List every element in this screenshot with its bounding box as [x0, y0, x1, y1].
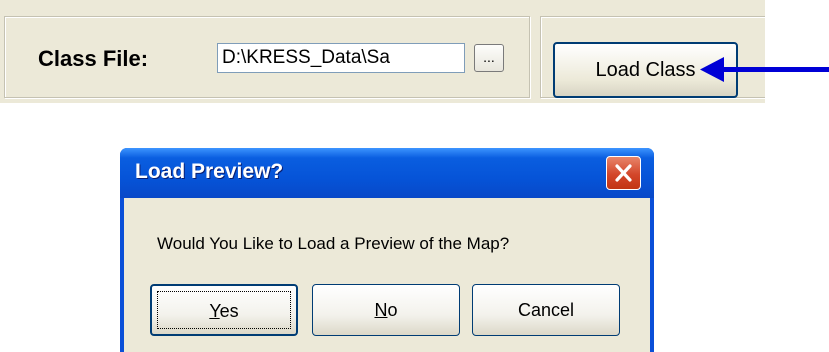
- load-preview-dialog: Load Preview? Would You Like to Load a P…: [120, 148, 654, 352]
- pointer-arrow-icon: [700, 57, 829, 82]
- browse-button[interactable]: ...: [474, 44, 504, 72]
- dialog-message: Would You Like to Load a Preview of the …: [157, 234, 510, 253]
- no-button[interactable]: No: [312, 284, 460, 336]
- focus-rectangle: [157, 291, 291, 329]
- dialog-close-button[interactable]: [606, 156, 641, 190]
- close-icon: [615, 164, 632, 182]
- dialog-title: Load Preview?: [135, 160, 284, 183]
- no-label: o: [387, 300, 398, 320]
- class-file-input[interactable]: D:\KRESS_Data\Sa: [217, 43, 465, 73]
- no-mnemonic: N: [374, 300, 388, 320]
- yes-button[interactable]: Yes: [150, 284, 298, 336]
- dialog-titlebar[interactable]: Load Preview?: [120, 148, 654, 198]
- dialog-body: Would You Like to Load a Preview of the …: [124, 198, 650, 352]
- class-file-label: Class File:: [38, 46, 149, 71]
- cancel-button[interactable]: Cancel: [472, 284, 620, 336]
